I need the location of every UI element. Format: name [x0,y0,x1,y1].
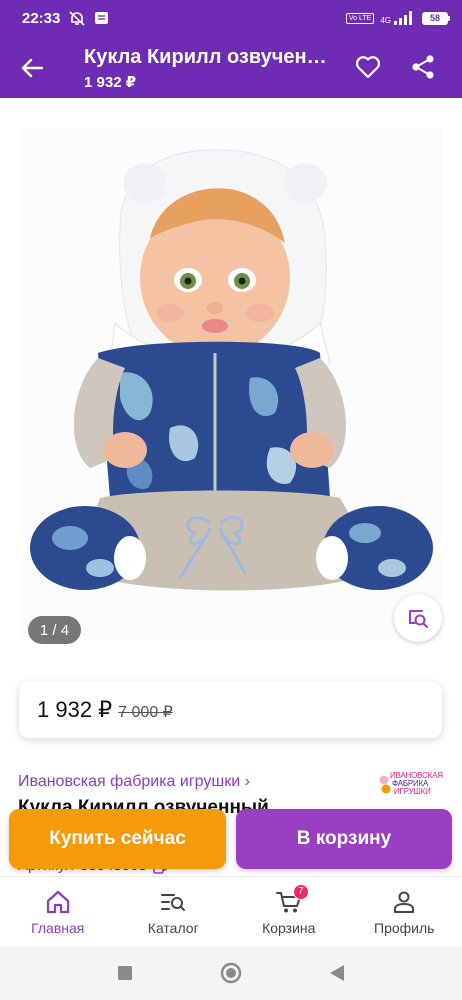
product-image-gallery[interactable] [20,128,442,640]
add-to-cart-button[interactable]: В корзину [236,809,452,869]
brand-link[interactable]: Ивановская фабрика игрушки › [18,773,250,791]
dnd-off-icon [69,11,85,26]
cart-count-badge: 7 [292,883,309,900]
old-price: 7 000 ₽ [118,703,173,721]
cart-icon: 7 [275,883,309,916]
heart-icon [355,56,381,79]
brand-logo-line-3: ИГРУШКИ [394,787,431,796]
message-icon [95,12,109,24]
brand-logo[interactable]: ИВАНОВСКАЯ ФАБРИКА ИГРУШКИ [378,771,444,797]
battery-tip [448,15,450,21]
arrow-left-icon [21,58,43,78]
catalog-search-icon [159,888,187,916]
buy-now-button[interactable]: Купить сейчас [9,809,226,869]
recent-apps-button[interactable] [113,961,137,985]
square-icon [118,966,132,980]
nav-label-profile: Профиль [374,919,435,936]
profile-icon [390,888,418,916]
share-button[interactable] [405,49,441,85]
back-system-button[interactable] [325,961,349,985]
volte-indicator: Vo LTE [345,12,375,24]
nav-item-profile[interactable]: Профиль [347,877,462,946]
back-button[interactable] [14,50,50,86]
nav-item-home[interactable]: Главная [0,877,116,946]
status-left-icons [68,10,109,26]
favorite-button[interactable] [350,49,386,85]
home-system-button[interactable] [219,961,243,985]
circle-icon [220,962,242,984]
app-header: Кукла Кирилл озвученный 1 932 ₽ [0,36,462,98]
nav-label-catalog: Каталог [147,919,199,936]
status-time: 22:33 [22,9,61,27]
system-navigation-bar [0,946,462,1000]
battery-indicator: 58 [422,11,450,25]
current-price: 1 932 ₽ [37,697,113,722]
nav-label-cart: Корзина [262,919,316,936]
header-price: 1 932 ₽ [84,74,137,91]
network-type: 4G [380,16,391,25]
status-right-icons: Vo LTE 4G 58 [345,11,450,25]
share-icon [412,55,434,79]
page-title: Кукла Кирилл озвученный [84,46,336,68]
signal-bars-icon [394,11,412,25]
product-photo-doll [20,128,442,640]
image-counter: 1 / 4 [28,616,81,644]
home-icon [44,888,72,916]
visual-search-button[interactable] [394,594,442,642]
nav-item-catalog[interactable]: Каталог [116,877,232,946]
triangle-back-icon [330,965,344,981]
status-bar: 22:33 Vo LTE 4G 58 [0,0,462,36]
image-search-icon [409,610,428,628]
signal-indicator: 4G [380,11,416,25]
nav-item-cart[interactable]: 7 Корзина [231,877,347,946]
battery-level: 58 [422,11,448,25]
price-card: 1 932 ₽ 7 000 ₽ [19,682,442,738]
bottom-navigation: Главная Каталог 7 Корзина Профиль [0,876,462,946]
nav-label-home: Главная [31,919,85,936]
